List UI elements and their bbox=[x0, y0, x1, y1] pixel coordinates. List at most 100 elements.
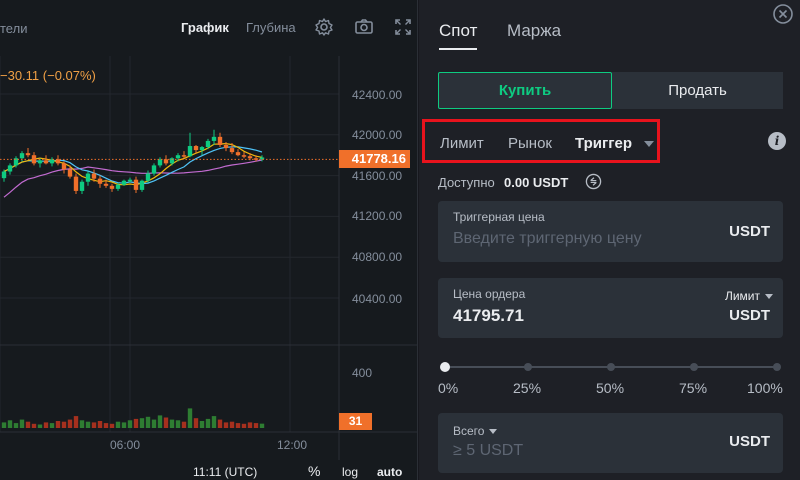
chart-toolbar: тели График Глубина bbox=[0, 0, 417, 56]
candle-body bbox=[121, 180, 127, 185]
tab-chart[interactable]: График bbox=[181, 20, 229, 35]
utc-clock: 11:11 (UTC) bbox=[193, 465, 258, 479]
tab-spot[interactable]: Спот bbox=[439, 21, 477, 41]
volume-bar bbox=[67, 419, 73, 428]
volume-bar bbox=[43, 422, 49, 428]
candle-body bbox=[1, 171, 7, 179]
candle-body bbox=[139, 180, 145, 190]
total-input[interactable]: ≥ 5 USDT bbox=[453, 442, 523, 460]
chevron-down-icon bbox=[765, 294, 773, 300]
volume-bar bbox=[7, 420, 13, 428]
log-scale-toggle[interactable]: log bbox=[342, 465, 358, 479]
volume-bar bbox=[181, 421, 187, 428]
info-icon[interactable]: i bbox=[768, 132, 786, 150]
candle-body bbox=[157, 159, 163, 166]
volume-bar bbox=[241, 423, 247, 428]
order-type-trigger[interactable]: Триггер bbox=[575, 135, 632, 152]
candle-body bbox=[37, 160, 43, 164]
order-price-mode-dropdown[interactable]: Лимит bbox=[725, 289, 773, 303]
total-mode-dropdown[interactable]: Всего bbox=[453, 424, 498, 438]
volume-bar bbox=[157, 415, 163, 428]
trigger-price-unit: USDT bbox=[729, 223, 770, 240]
volume-bar bbox=[103, 423, 109, 428]
price-axis-label: 42400.00 bbox=[352, 88, 403, 102]
transfer-icon[interactable] bbox=[585, 173, 602, 190]
volume-bar bbox=[229, 421, 235, 428]
candle-body bbox=[235, 152, 241, 156]
volume-bar bbox=[193, 418, 199, 428]
candle-body bbox=[217, 136, 223, 145]
volume-bar bbox=[133, 418, 139, 428]
volume-bar bbox=[91, 422, 97, 428]
trigger-price-field[interactable]: Триггерная цена Введите триггерную цену … bbox=[438, 201, 783, 262]
volume-axis-label: 400 bbox=[352, 366, 373, 380]
order-price-field[interactable]: Цена ордера 41795.71 Лимит USDT bbox=[438, 278, 783, 338]
candle-body bbox=[133, 179, 139, 190]
volume-bar bbox=[79, 420, 85, 428]
volume-bar bbox=[55, 421, 61, 428]
camera-icon[interactable] bbox=[354, 17, 374, 37]
auto-scale-toggle[interactable]: auto bbox=[377, 465, 402, 479]
slider-step[interactable] bbox=[773, 363, 781, 371]
trigger-price-input[interactable]: Введите триггерную цену bbox=[453, 230, 642, 248]
order-type-limit[interactable]: Лимит bbox=[440, 135, 484, 152]
slider-label[interactable]: 100% bbox=[747, 380, 783, 396]
volume-bar bbox=[49, 423, 55, 428]
price-change: −30.11 (−0.07%) bbox=[0, 68, 96, 83]
order-price-input[interactable]: 41795.71 bbox=[453, 306, 524, 326]
ma-line-purple bbox=[3, 159, 263, 198]
candle-body bbox=[175, 155, 181, 159]
slider-step[interactable] bbox=[524, 363, 532, 371]
buy-button[interactable]: Купить bbox=[438, 72, 612, 109]
candle-body bbox=[85, 173, 91, 182]
available-balance: 0.00 USDT bbox=[504, 175, 569, 190]
trigger-price-label: Триггерная цена bbox=[453, 210, 545, 224]
volume-bar bbox=[247, 422, 253, 428]
percent-scale-toggle[interactable]: % bbox=[308, 463, 320, 479]
volume-bar bbox=[121, 422, 127, 428]
slider-label[interactable]: 25% bbox=[513, 380, 541, 396]
volume-bar bbox=[37, 424, 43, 428]
order-type-market[interactable]: Рынок bbox=[508, 135, 552, 152]
ma-line-yellow bbox=[3, 142, 263, 186]
chevron-down-icon bbox=[489, 429, 498, 435]
candle-body bbox=[67, 169, 73, 177]
slider-label[interactable]: 50% bbox=[596, 380, 624, 396]
tab-depth[interactable]: Глубина bbox=[246, 20, 296, 35]
fullscreen-icon[interactable] bbox=[393, 17, 413, 37]
slider-label[interactable]: 0% bbox=[438, 380, 458, 396]
candle-body bbox=[7, 165, 13, 172]
candle-body bbox=[211, 136, 217, 141]
gear-icon[interactable] bbox=[314, 17, 334, 37]
slider-step[interactable] bbox=[607, 363, 615, 371]
volume-bar bbox=[109, 423, 115, 428]
volume-bar bbox=[169, 419, 175, 428]
slider-handle[interactable] bbox=[440, 362, 450, 372]
volume-bar bbox=[199, 421, 205, 428]
price-axis-label: 41600.00 bbox=[352, 169, 403, 183]
candle-body bbox=[73, 176, 79, 191]
total-label: Всего bbox=[453, 424, 485, 438]
candle-body bbox=[193, 146, 199, 151]
candle-body bbox=[145, 173, 151, 181]
amount-slider[interactable] bbox=[440, 360, 781, 374]
last-volume-tag: 31 bbox=[339, 413, 372, 430]
indicators-label[interactable]: тели bbox=[0, 21, 27, 36]
tab-margin[interactable]: Маржа bbox=[507, 21, 561, 41]
slider-step[interactable] bbox=[690, 363, 698, 371]
volume-bar bbox=[97, 421, 103, 428]
candle-body bbox=[19, 153, 25, 159]
chevron-down-icon[interactable] bbox=[644, 141, 654, 147]
close-icon[interactable] bbox=[771, 2, 795, 26]
volume-bar bbox=[259, 423, 265, 428]
candle-body bbox=[103, 183, 109, 186]
price-axis-label: 42000.00 bbox=[352, 128, 403, 142]
total-field[interactable]: Всего ≥ 5 USDT USDT bbox=[438, 413, 783, 473]
time-axis-label: 06:00 bbox=[110, 438, 141, 452]
candle-body bbox=[241, 155, 247, 157]
candle-body bbox=[181, 155, 187, 157]
volume-bar bbox=[85, 421, 91, 428]
slider-label[interactable]: 75% bbox=[679, 380, 707, 396]
sell-button[interactable]: Продать bbox=[612, 72, 783, 109]
volume-bar bbox=[211, 416, 217, 428]
